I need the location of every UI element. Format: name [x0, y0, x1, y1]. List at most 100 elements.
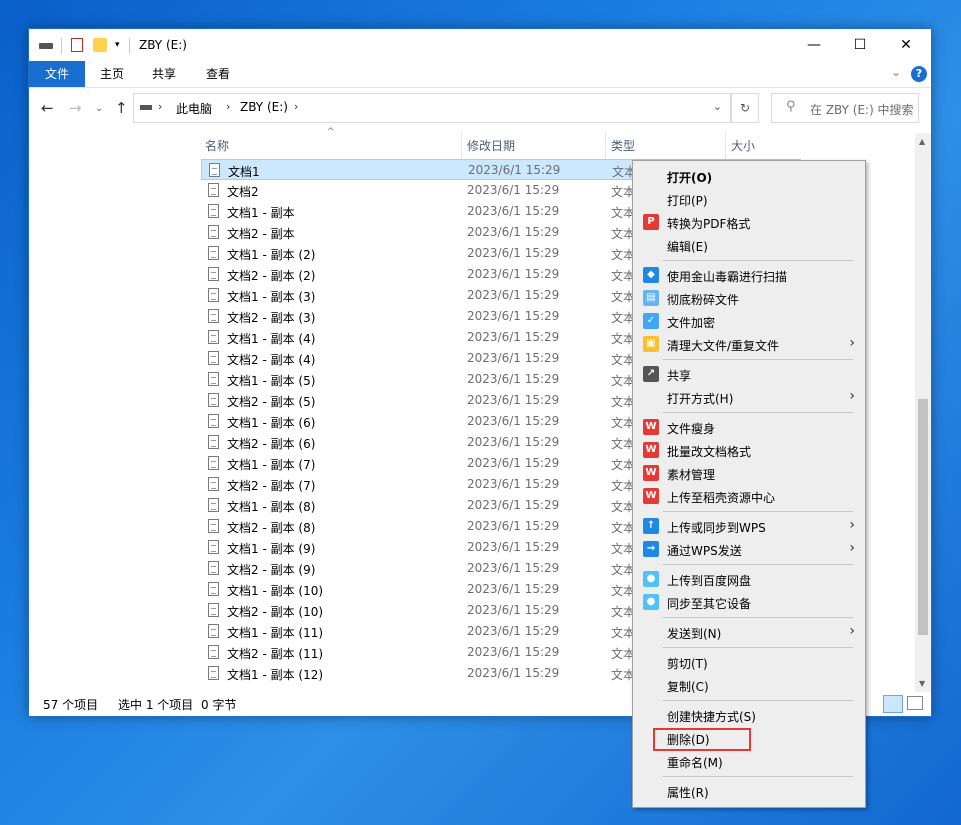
divider[interactable] [605, 133, 606, 159]
menu-item-label: 同步至其它设备 [667, 597, 752, 611]
breadcrumb-drive[interactable]: ZBY (E:) [240, 100, 288, 114]
menu-item[interactable]: ▤ 彻底粉碎文件 [635, 287, 863, 310]
menu-item[interactable]: W 素材管理 [635, 462, 863, 485]
sort-ascending-icon: ^ [327, 127, 335, 137]
selected-count: 选中 1 个项目 [118, 698, 194, 712]
menu-item[interactable]: P 转换为PDF格式 [635, 211, 863, 234]
divider [61, 38, 62, 54]
search-input[interactable]: ⚲ 在 ZBY (E:) 中搜索 [771, 93, 919, 123]
text-file-icon [208, 498, 219, 512]
menu-item[interactable]: → 通过WPS发送 › [635, 538, 863, 561]
baidu-icon: ● [643, 594, 659, 610]
file-date: 2023/6/1 15:29 [467, 582, 560, 596]
close-button[interactable]: ✕ [883, 29, 929, 61]
address-bar[interactable]: › 此电脑 › ZBY (E:) › ⌄ [133, 93, 731, 123]
properties-icon[interactable] [71, 38, 83, 52]
menu-item-label: 彻底粉碎文件 [667, 293, 740, 307]
forward-arrow-icon[interactable]: → [69, 99, 82, 117]
divider [663, 617, 853, 618]
menu-item[interactable]: W 上传至稻壳资源中心 [635, 485, 863, 508]
divider[interactable] [461, 133, 462, 159]
item-count: 57 个项目 [43, 698, 99, 712]
wps-icon: W [643, 488, 659, 504]
refresh-icon[interactable]: ↻ [731, 93, 759, 123]
drive-icon [39, 43, 53, 49]
minimize-button[interactable]: — [791, 29, 837, 61]
scrollbar-thumb[interactable] [918, 399, 928, 635]
menu-item[interactable]: 打开(O) [635, 165, 863, 188]
chevron-down-icon[interactable]: ⌄ [713, 100, 722, 113]
chevron-right-icon[interactable]: › [158, 100, 162, 113]
details-view-icon[interactable] [883, 695, 903, 713]
menu-item[interactable]: 编辑(E) [635, 234, 863, 257]
scroll-up-icon[interactable]: ▲ [919, 137, 925, 146]
menu-item[interactable]: ● 上传到百度网盘 [635, 568, 863, 591]
menu-item-label: 上传到百度网盘 [667, 574, 752, 588]
menu-item[interactable]: W 文件瘦身 [635, 416, 863, 439]
file-date: 2023/6/1 15:29 [467, 666, 560, 680]
wps-icon: W [643, 465, 659, 481]
divider [129, 38, 130, 54]
menu-item[interactable]: 属性(R) [635, 780, 863, 803]
menu-item[interactable]: ✓ 文件加密 [635, 310, 863, 333]
file-name: 文档2 - 副本 (2) [227, 269, 316, 283]
chevron-right-icon[interactable]: › [226, 100, 230, 113]
file-name: 文档1 - 副本 (7) [227, 458, 316, 472]
file-date: 2023/6/1 15:29 [467, 561, 560, 575]
menu-item[interactable]: 发送到(N) › [635, 621, 863, 644]
customize-toolbar-icon[interactable]: ▾ [115, 40, 120, 56]
tab-file[interactable]: 文件 [29, 61, 85, 87]
menu-item[interactable]: W 批量改文档格式 [635, 439, 863, 462]
menu-item-label: 批量改文档格式 [667, 445, 752, 459]
file-name: 文档2 - 副本 (4) [227, 353, 316, 367]
file-date: 2023/6/1 15:29 [467, 393, 560, 407]
recent-locations-icon[interactable]: ⌄ [95, 103, 103, 114]
file-date: 2023/6/1 15:29 [467, 603, 560, 617]
column-header-name[interactable]: 名称 [205, 133, 229, 159]
breadcrumb-this-pc[interactable]: 此电脑 [176, 100, 212, 117]
chevron-right-icon: › [849, 517, 855, 533]
menu-item-label: 清理大文件/重复文件 [667, 339, 780, 353]
text-file-icon [208, 540, 219, 554]
tab-share[interactable]: 共享 [141, 61, 187, 87]
file-name: 文档2 [227, 185, 259, 199]
chevron-right-icon[interactable]: › [294, 100, 298, 113]
column-header-size[interactable]: 大小 [731, 133, 755, 159]
tab-view[interactable]: 查看 [195, 61, 241, 87]
file-name: 文档1 - 副本 (3) [227, 290, 316, 304]
file-name: 文档2 - 副本 (10) [227, 605, 324, 619]
vertical-scrollbar[interactable]: ▲ ▼ [915, 133, 931, 693]
menu-item[interactable]: 打印(P) [635, 188, 863, 211]
menu-item-label: 剪切(T) [667, 657, 708, 671]
menu-item[interactable]: ↗ 共享 [635, 363, 863, 386]
column-header-date[interactable]: 修改日期 [467, 133, 515, 159]
text-file-icon [208, 666, 219, 680]
menu-item[interactable]: ▣ 清理大文件/重复文件 › [635, 333, 863, 356]
expand-ribbon-icon[interactable]: ⌄ [891, 65, 901, 79]
maximize-button[interactable]: ☐ [837, 29, 883, 61]
shredder-icon: ▤ [643, 290, 659, 306]
menu-item-label: 上传或同步到WPS [667, 521, 766, 535]
help-icon[interactable]: ? [911, 66, 927, 82]
pdf-icon: P [643, 214, 659, 230]
back-arrow-icon[interactable]: ← [41, 99, 54, 117]
large-icons-view-icon[interactable] [907, 696, 923, 710]
new-folder-icon[interactable] [93, 38, 107, 52]
divider [663, 412, 853, 413]
file-name: 文档1 - 副本 (9) [227, 542, 316, 556]
menu-item[interactable]: 创建快捷方式(S) [635, 704, 863, 727]
tab-home[interactable]: 主页 [89, 61, 135, 87]
menu-item[interactable]: 重命名(M) [635, 750, 863, 773]
scroll-down-icon[interactable]: ▼ [919, 679, 925, 688]
column-header-type[interactable]: 类型 [611, 133, 635, 159]
menu-item[interactable]: 打开方式(H) › [635, 386, 863, 409]
divider[interactable] [725, 133, 726, 159]
menu-item-label: 打印(P) [667, 194, 708, 208]
menu-item[interactable]: 复制(C) [635, 674, 863, 697]
menu-item[interactable]: ● 同步至其它设备 [635, 591, 863, 614]
menu-item[interactable]: ◆ 使用金山毒霸进行扫描 [635, 264, 863, 287]
menu-item[interactable]: 剪切(T) [635, 651, 863, 674]
file-date: 2023/6/1 15:29 [467, 351, 560, 365]
menu-item[interactable]: ↑ 上传或同步到WPS › [635, 515, 863, 538]
up-arrow-icon[interactable]: ↑ [115, 99, 128, 117]
